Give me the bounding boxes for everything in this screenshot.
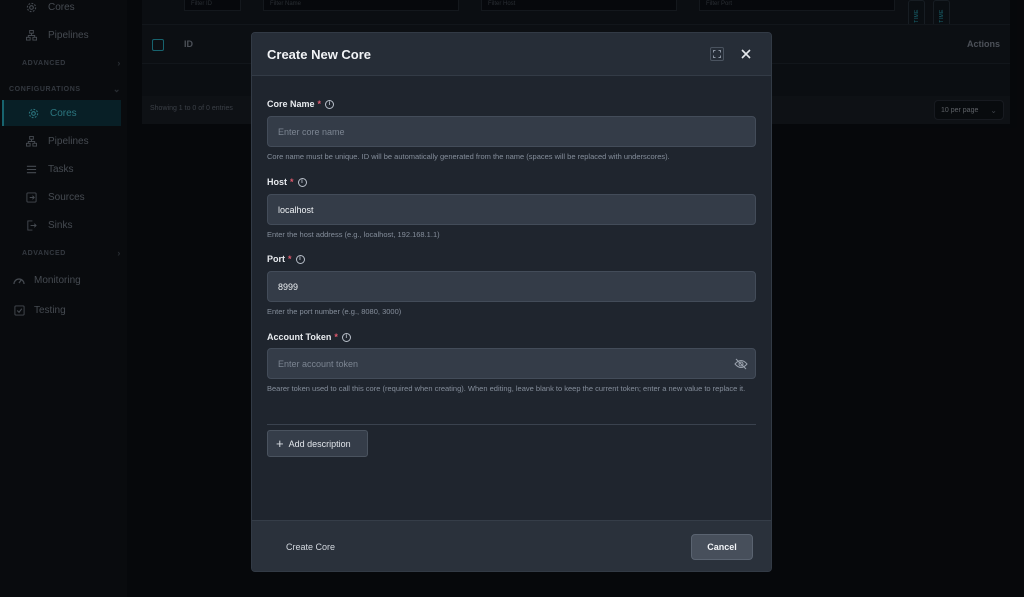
eye-off-icon[interactable] [734, 358, 748, 370]
port-label: Port * i [267, 254, 305, 264]
host-value: localhost [278, 204, 314, 215]
add-description-button[interactable]: + Add description [267, 430, 368, 457]
modal-header: Create New Core [252, 33, 771, 76]
core-name-help: Core name must be unique. ID will be aut… [267, 152, 670, 161]
cancel-button[interactable]: Cancel [691, 534, 753, 560]
modal-title: Create New Core [267, 47, 372, 62]
port-help: Enter the port number (e.g., 8080, 3000) [267, 307, 402, 316]
port-input[interactable]: 8999 [267, 271, 756, 302]
add-description-label: Add description [288, 438, 351, 449]
info-icon[interactable]: i [297, 177, 307, 187]
account-token-label-text: Account Token [267, 332, 332, 342]
create-core-modal: Create New Core Core Name * i Enter core… [251, 32, 772, 572]
account-token-placeholder: Enter account token [278, 358, 359, 369]
core-name-input[interactable]: Enter core name [267, 116, 756, 147]
port-value: 8999 [278, 281, 299, 292]
info-icon[interactable]: i [341, 332, 351, 342]
divider [267, 424, 756, 425]
account-token-help: Bearer token used to call this core (req… [267, 384, 746, 393]
required-mark: * [290, 177, 294, 187]
info-icon[interactable]: i [325, 99, 335, 109]
account-token-label: Account Token * i [267, 332, 351, 342]
host-label: Host * i [267, 177, 307, 187]
expand-icon[interactable] [710, 47, 724, 61]
account-token-input[interactable]: Enter account token [267, 348, 756, 379]
required-mark: * [334, 332, 338, 342]
required-mark: * [317, 99, 322, 109]
host-help: Enter the host address (e.g., localhost,… [267, 230, 440, 239]
port-label-text: Port [267, 254, 285, 264]
core-name-label-text: Core Name [267, 99, 315, 109]
host-input[interactable]: localhost [267, 194, 756, 225]
core-name-label: Core Name * i [267, 99, 335, 109]
plus-icon: + [276, 435, 284, 451]
required-mark: * [288, 254, 292, 264]
modal-footer: Create Core Cancel [252, 520, 771, 571]
host-label-text: Host [267, 177, 287, 187]
core-name-placeholder: Enter core name [278, 126, 345, 137]
info-icon[interactable]: i [295, 254, 305, 264]
create-core-button[interactable]: Create Core [286, 542, 335, 552]
close-icon[interactable] [738, 45, 754, 63]
